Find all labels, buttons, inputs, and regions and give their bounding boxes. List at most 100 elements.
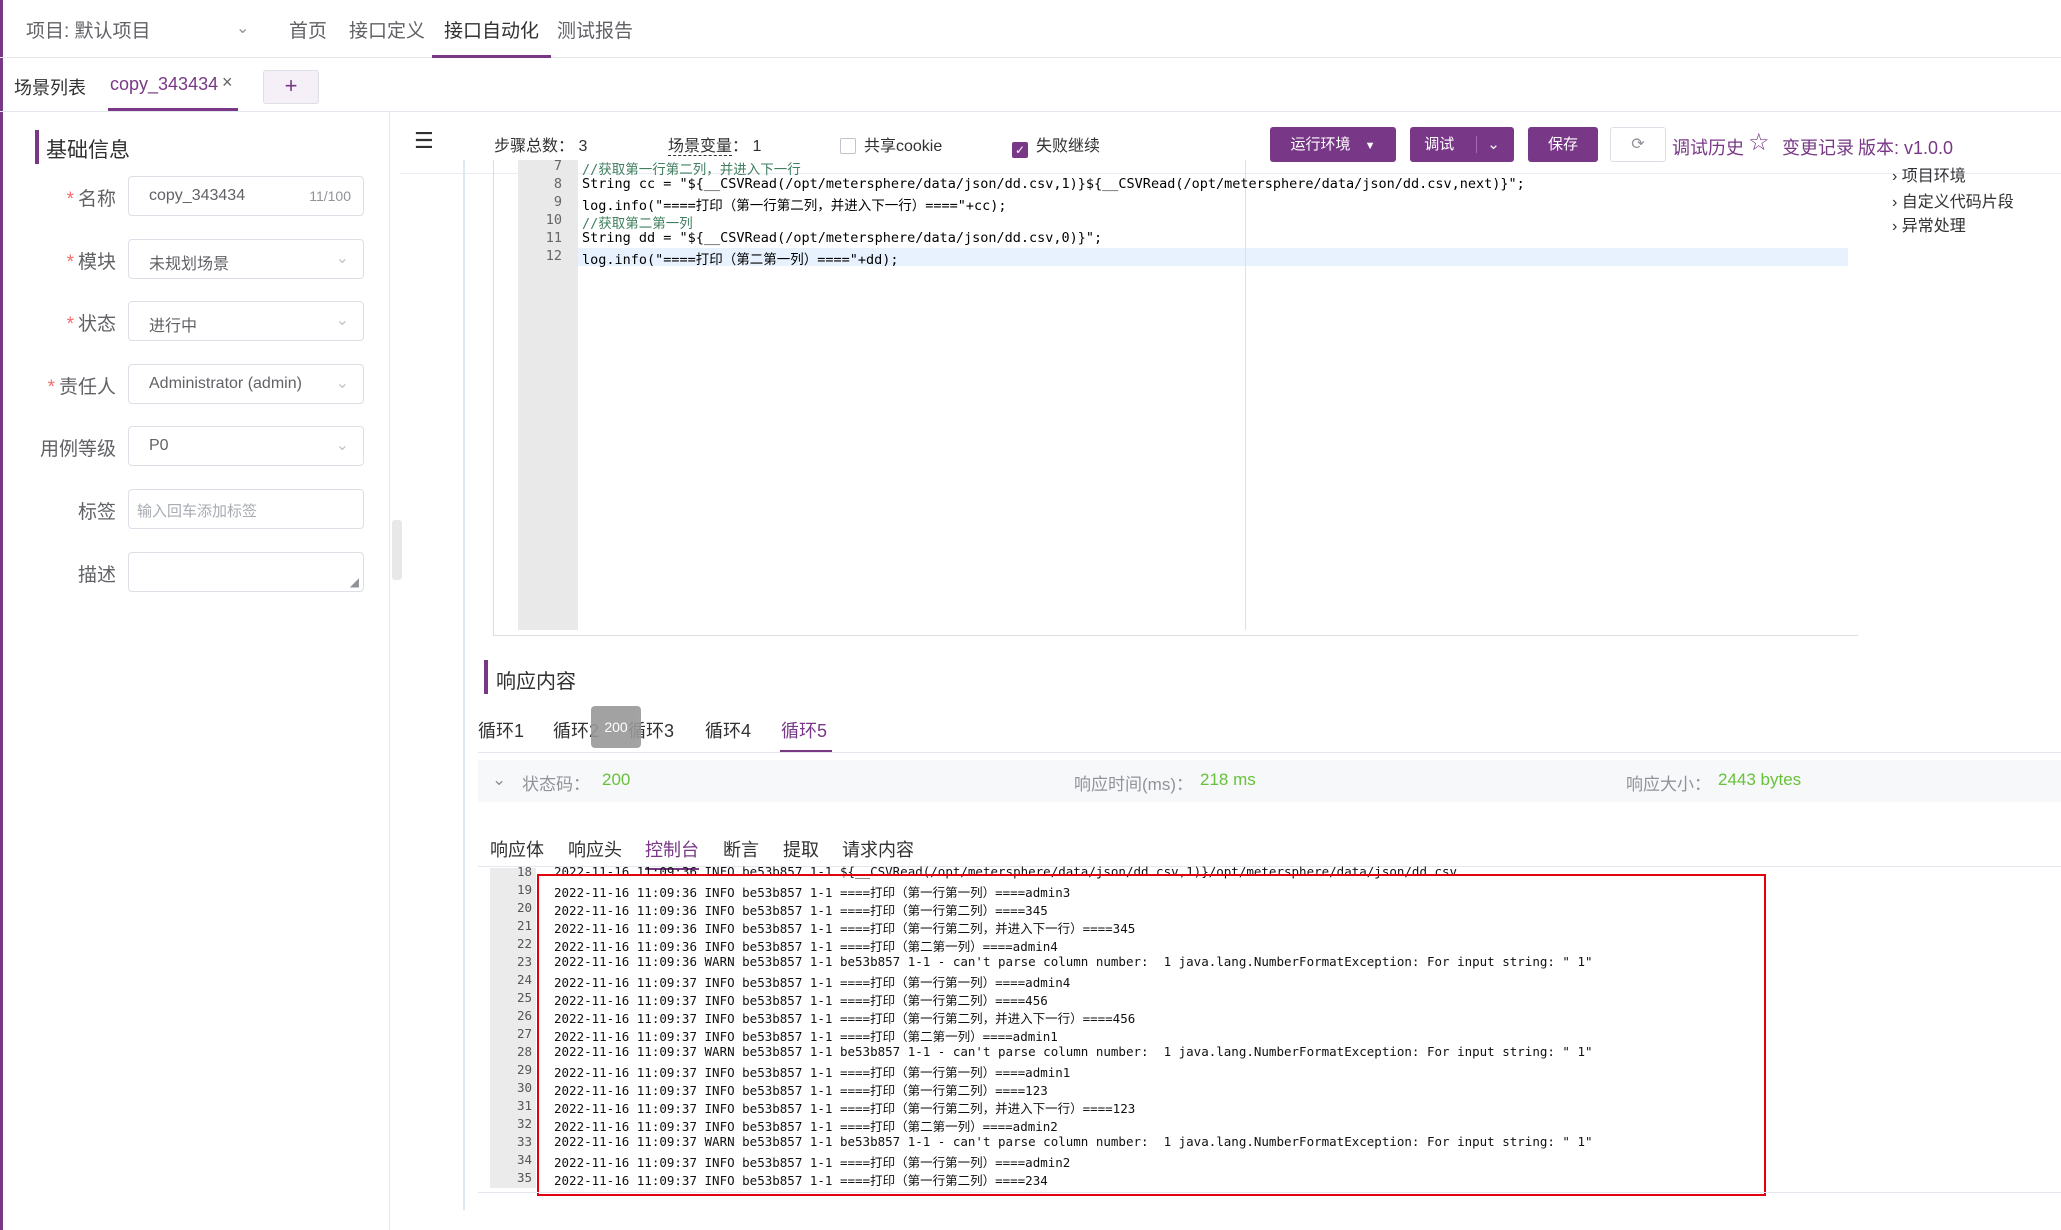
name-count: 11/100	[309, 188, 351, 204]
scene-vars[interactable]: 场景变量： 1	[668, 132, 761, 156]
change-log-link[interactable]: 变更记录	[1782, 134, 1854, 160]
chevron-down-icon: ⌄	[335, 250, 349, 267]
console-line-number: 30	[516, 1080, 532, 1095]
continue-on-fail-checkbox[interactable]: ✓ 失败继续	[1012, 132, 1100, 158]
collapse-chevron-icon[interactable]: ⌄	[492, 770, 506, 790]
share-cookie-checkbox[interactable]: 共享cookie	[840, 132, 942, 156]
console-line-number: 33	[516, 1134, 532, 1149]
add-tab-button[interactable]: +	[263, 70, 319, 104]
editor-line[interactable]: //获取第一行第二列，并进入下一行	[582, 158, 801, 178]
level-label: 用例等级	[39, 439, 116, 460]
loop-tab-4[interactable]: 循环4	[705, 717, 751, 743]
editor-print-margin	[1245, 160, 1246, 630]
console-line-number: 26	[516, 1008, 532, 1023]
annotation-highlight-box	[537, 874, 1766, 1196]
subtab-body[interactable]: 响应体	[490, 836, 544, 862]
resize-handle-icon[interactable]: ◢	[350, 575, 359, 589]
run-env-button[interactable]: 运行环境 ▼	[1270, 127, 1396, 162]
tree-project-env[interactable]: › 项目环境	[1892, 162, 1966, 186]
response-status-row	[478, 760, 2061, 802]
editor-line[interactable]: String cc = "${__CSVRead(/opt/meterspher…	[582, 176, 1525, 192]
chevron-down-icon: ⌄	[335, 312, 349, 329]
debug-history-link[interactable]: 调试历史	[1672, 134, 1744, 160]
console-line-number: 34	[516, 1152, 532, 1167]
subtab-request[interactable]: 请求内容	[842, 836, 914, 862]
nav-api-definition[interactable]: 接口定义	[349, 16, 425, 43]
response-section-accent	[484, 660, 488, 694]
editor-line-number: 10	[545, 212, 562, 228]
console-line-number: 19	[516, 882, 532, 897]
refresh-icon[interactable]: ⟳	[1610, 127, 1666, 162]
loop-tab-5[interactable]: 循环5	[781, 717, 827, 743]
name-input[interactable]: copy_343434 11/100	[128, 176, 364, 216]
console-line-number: 28	[516, 1044, 532, 1059]
scene-list-tab[interactable]: 场景列表	[14, 74, 86, 100]
response-time-value: 218 ms	[1200, 770, 1256, 789]
debug-button[interactable]: 调试 ⌄	[1410, 127, 1514, 162]
editor-line-number: 8	[553, 176, 562, 192]
close-icon[interactable]: ×	[222, 72, 233, 93]
console-line-number: 27	[516, 1026, 532, 1041]
response-title: 响应内容	[496, 671, 576, 693]
response-size-label: 响应大小：	[1626, 775, 1711, 794]
loop-tabs-divider	[478, 752, 2061, 753]
nav-home[interactable]: 首页	[289, 16, 327, 43]
console-line-number: 21	[516, 918, 532, 933]
tag-input[interactable]: 输入回车添加标签	[128, 489, 364, 529]
console-line-number: 18	[516, 864, 532, 879]
basic-info-title: 基础信息	[46, 139, 130, 162]
level-select[interactable]: P0 ⌄	[128, 426, 364, 466]
status-tooltip: 200	[591, 706, 641, 748]
editor-line[interactable]: log.info("====打印（第一行第二列，并进入下一行）===="+cc)…	[582, 194, 1007, 214]
menu-icon[interactable]: ☰	[414, 128, 434, 154]
caret-down-icon: ▼	[1364, 140, 1376, 152]
nav-test-report[interactable]: 测试报告	[557, 16, 633, 43]
panel-collapse-handle[interactable]	[392, 520, 402, 580]
owner-select[interactable]: Administrator (admin) ⌄	[128, 364, 364, 404]
scene-tab-active[interactable]: copy_343434	[110, 74, 218, 95]
subtab-extract[interactable]: 提取	[783, 836, 819, 862]
editor-line-number: 9	[553, 194, 562, 210]
loop-tab-1[interactable]: 循环1	[478, 717, 524, 743]
section-accent	[35, 130, 39, 164]
owner-label: * 责任人	[47, 377, 116, 398]
step-connector-line	[463, 160, 465, 1210]
star-icon[interactable]: ☆	[1748, 128, 1770, 157]
editor-line[interactable]: //获取第二第一列	[582, 212, 693, 232]
chevron-down-icon[interactable]: ⌄	[1476, 136, 1500, 153]
status-select[interactable]: 进行中 ⌄	[128, 301, 364, 341]
desc-label: 描述	[77, 565, 116, 586]
module-select[interactable]: 未规划场景 ⌄	[128, 239, 364, 279]
editor-line-number: 7	[553, 158, 562, 174]
status-code-label: 状态码：	[522, 775, 590, 794]
version-label[interactable]: 版本: v1.0.0	[1858, 134, 1953, 160]
project-selector[interactable]: 项目: 默认项目	[26, 16, 151, 43]
basic-info-panel	[16, 112, 390, 1230]
console-line-number: 35	[516, 1170, 532, 1185]
module-label: * 模块	[66, 252, 116, 273]
response-time-label: 响应时间(ms)：	[1074, 775, 1193, 794]
editor-line-number: 12	[545, 248, 562, 264]
chevron-down-icon[interactable]: ⌄	[236, 18, 249, 38]
checkbox-checked-icon: ✓	[1012, 142, 1028, 158]
console-line-number: 22	[516, 936, 532, 951]
editor-line[interactable]: log.info("====打印（第二第一列）===="+dd);	[582, 248, 899, 268]
console-line-number: 20	[516, 900, 532, 915]
chevron-down-icon: ⌄	[335, 375, 349, 392]
console-line-number: 32	[516, 1116, 532, 1131]
save-button[interactable]: 保存	[1528, 127, 1598, 162]
subtab-headers[interactable]: 响应头	[568, 836, 622, 862]
desc-textarea[interactable]: ◢	[128, 552, 364, 592]
status-label: * 状态	[66, 314, 116, 335]
tree-exception[interactable]: › 异常处理	[1892, 212, 1966, 236]
subtab-assertions[interactable]: 断言	[723, 836, 759, 862]
editor-line-number: 11	[545, 230, 562, 246]
checkbox-icon	[840, 138, 856, 154]
console-bottom-border	[478, 1192, 2061, 1193]
console-line-number: 29	[516, 1062, 532, 1077]
nav-api-automation[interactable]: 接口自动化	[432, 16, 552, 58]
editor-line[interactable]: String dd = "${__CSVRead(/opt/meterspher…	[582, 230, 1102, 246]
chevron-down-icon: ⌄	[335, 437, 349, 454]
console-line-number: 23	[516, 954, 532, 969]
tree-custom-snippet[interactable]: › 自定义代码片段	[1892, 188, 2014, 212]
